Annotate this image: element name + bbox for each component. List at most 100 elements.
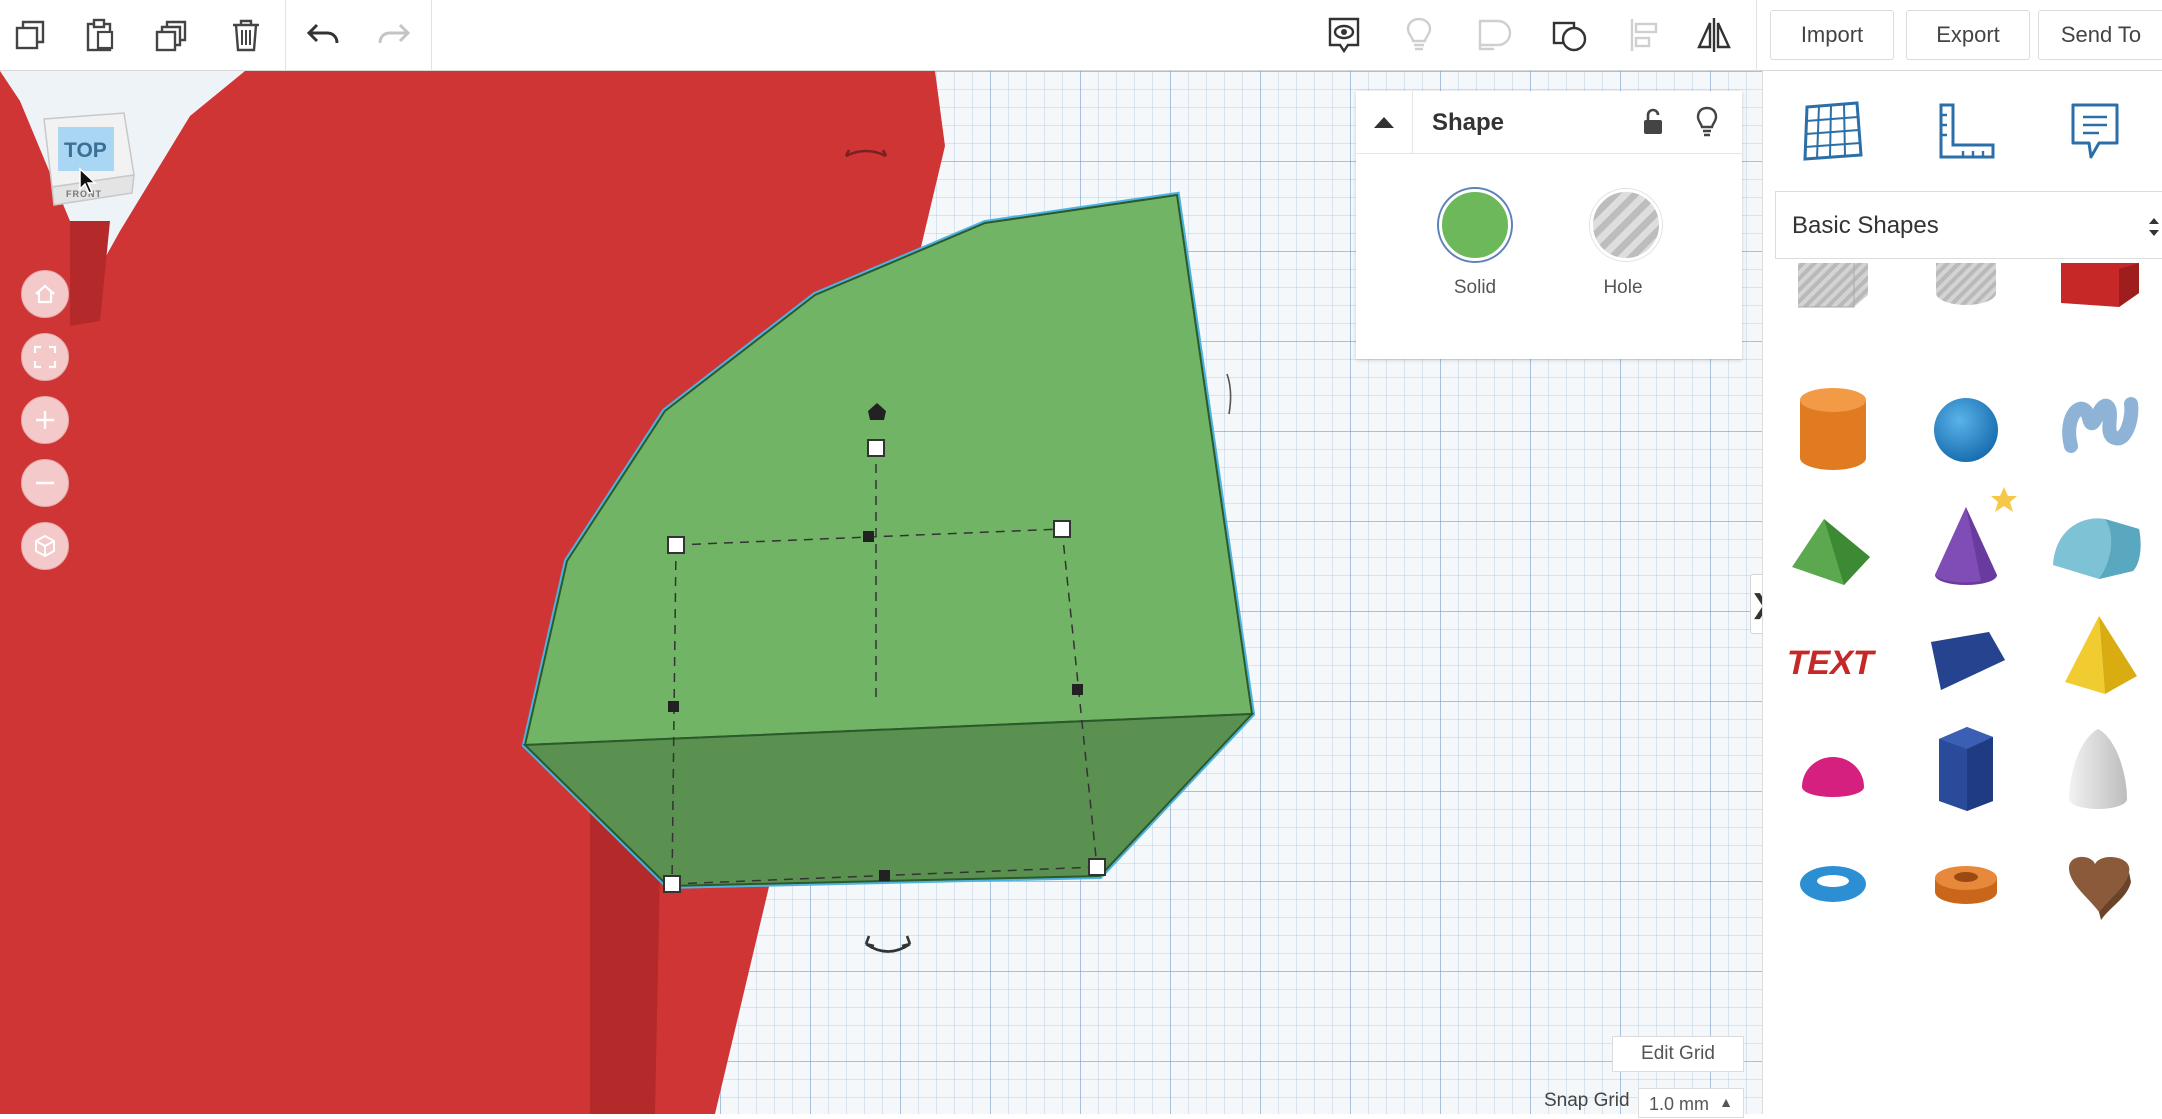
mirror-button[interactable]: [1688, 10, 1740, 60]
shape-cylinder[interactable]: [1778, 376, 1888, 486]
workplane-icon: [1803, 101, 1863, 161]
group-button[interactable]: [1468, 10, 1520, 60]
edge-handle[interactable]: [1072, 684, 1083, 695]
shape-polygon[interactable]: [1911, 715, 2021, 825]
inspector-title: Shape: [1432, 109, 1505, 136]
shape-box[interactable]: [2043, 263, 2153, 373]
shape-tube[interactable]: [1911, 828, 2021, 938]
rotate-handle[interactable]: [864, 935, 912, 953]
zoom-in-button[interactable]: [21, 396, 69, 444]
collapse-inspector-button[interactable]: [1356, 91, 1413, 153]
solid-label: Solid: [1453, 277, 1497, 298]
minus-icon: [36, 481, 54, 485]
shape-cylinder-hole[interactable]: [1911, 263, 2021, 373]
export-button[interactable]: Export: [1906, 10, 2030, 60]
import-button[interactable]: Import: [1770, 10, 1894, 60]
red-box-shape-lower[interactable]: [0, 731, 585, 1114]
snap-grid-label: Snap Grid: [1544, 1090, 1630, 1111]
shape-box-hole[interactable]: [1778, 263, 1888, 373]
shape-round-roof[interactable]: [2043, 489, 2153, 599]
corner-handle[interactable]: [1088, 858, 1106, 876]
shape-inspector-panel: Shape Solid Hole: [1356, 91, 1742, 359]
mouse-cursor-icon: [79, 167, 97, 194]
copy-button[interactable]: [4, 10, 56, 60]
shape-cone[interactable]: [1911, 487, 2021, 599]
shape-pyramid[interactable]: [2043, 602, 2153, 712]
undo-icon: [306, 23, 339, 44]
tube-icon: [1935, 866, 1997, 904]
paste-button[interactable]: [74, 10, 126, 60]
ungroup-button[interactable]: [1544, 10, 1596, 60]
shape-scribble[interactable]: [2043, 376, 2153, 486]
home-view-button[interactable]: [21, 270, 69, 318]
shape-text[interactable]: TEXT: [1778, 602, 1888, 712]
duplicate-button[interactable]: [146, 10, 198, 60]
shape-category-label: Basic Shapes: [1792, 212, 1939, 239]
box-hole-icon: [1798, 263, 1868, 308]
ortho-view-button[interactable]: [21, 522, 69, 570]
main-toolbar: Import Export Send To: [0, 0, 2162, 71]
view-cube[interactable]: TOP FRONT: [40, 111, 136, 215]
undo-button[interactable]: [297, 10, 349, 60]
mirror-icon: [1697, 18, 1731, 52]
shape-roof[interactable]: [1778, 489, 1888, 599]
home-icon: [35, 284, 55, 304]
fit-view-button[interactable]: [21, 333, 69, 381]
pyramid-icon: [2065, 616, 2137, 694]
shape-heart[interactable]: [2043, 828, 2153, 938]
show-all-button[interactable]: [1318, 10, 1370, 60]
lightbulb-icon: [1406, 17, 1432, 51]
align-icon: [1630, 19, 1658, 51]
shape-paraboloid[interactable]: [2043, 715, 2153, 825]
duplicate-icon: [155, 20, 187, 52]
workplane-tool-button[interactable]: [1793, 91, 1873, 171]
paraboloid-icon: [2069, 729, 2127, 809]
edge-handle[interactable]: [879, 870, 890, 881]
shape-category-select[interactable]: Basic Shapes: [1775, 191, 2162, 259]
toolbar-divider: [431, 0, 432, 71]
caret-up-icon: [1374, 117, 1394, 128]
toolbar-divider: [1756, 0, 1757, 71]
note-icon: [2071, 103, 2119, 159]
send-to-button[interactable]: Send To: [2038, 10, 2162, 60]
group-icon: [1478, 19, 1512, 51]
visibility-button[interactable]: [1692, 105, 1722, 139]
box-icon: [2061, 263, 2139, 307]
hide-button[interactable]: [1393, 10, 1445, 60]
trash-icon: [233, 19, 259, 52]
delete-button[interactable]: [220, 10, 272, 60]
height-handle[interactable]: [867, 439, 885, 457]
edit-grid-button[interactable]: Edit Grid: [1612, 1036, 1744, 1072]
sphere-icon: [1934, 398, 1998, 462]
caret-up-icon: ▲: [1719, 1094, 1733, 1110]
corner-handle[interactable]: [663, 875, 681, 893]
svg-text:TEXT: TEXT: [1783, 644, 1878, 682]
corner-handle[interactable]: [667, 536, 685, 554]
ruler-tool-button[interactable]: [1925, 91, 2005, 171]
edge-handle[interactable]: [668, 701, 679, 712]
align-button[interactable]: [1618, 10, 1670, 60]
zoom-out-button[interactable]: [21, 459, 69, 507]
edge-handle[interactable]: [863, 531, 874, 542]
shape-torus[interactable]: [1778, 828, 1888, 938]
ruler-icon: [1939, 103, 1995, 159]
shape-wedge[interactable]: [1911, 602, 2021, 712]
polygon-icon: [1939, 727, 1993, 811]
star-icon: [1991, 487, 2017, 512]
notes-tool-button[interactable]: [2055, 91, 2135, 171]
fit-view-icon: [33, 345, 57, 369]
eye-icon: [1328, 17, 1360, 54]
wedge-icon: [1931, 632, 2005, 690]
shape-sphere[interactable]: [1911, 376, 2021, 486]
corner-handle[interactable]: [1053, 520, 1071, 538]
shape-half-sphere[interactable]: [1778, 715, 1888, 825]
ungroup-icon: [1552, 21, 1587, 52]
lock-button[interactable]: [1638, 107, 1668, 137]
redo-button[interactable]: [368, 10, 420, 60]
rotate-handle-side[interactable]: [1226, 373, 1232, 415]
solid-color-swatch[interactable]: [1439, 189, 1511, 261]
torus-icon: [1800, 866, 1866, 902]
scribble-icon: [2062, 397, 2139, 453]
hole-swatch[interactable]: [1590, 189, 1662, 261]
toolbar-divider: [285, 0, 286, 71]
